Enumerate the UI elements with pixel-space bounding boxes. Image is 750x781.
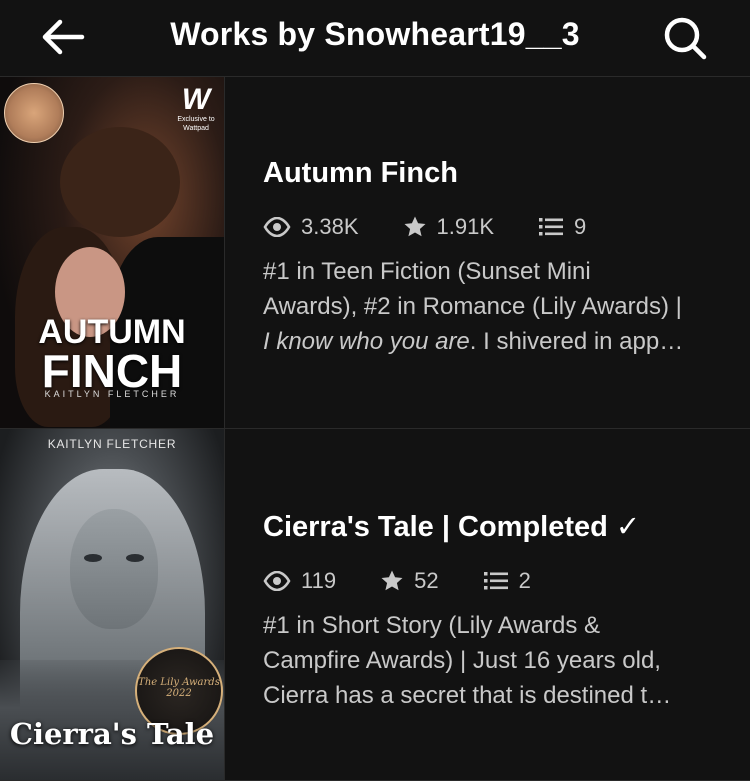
cover-art-figure	[70, 509, 158, 629]
page-title: Works by Snowheart19__3	[170, 16, 580, 52]
cover-art-figure	[126, 554, 144, 562]
votes-count: 1.91K	[436, 214, 495, 239]
book-cover-autumn-finch[interactable]: W Exclusive to Wattpad AUTUMN FINCH KAIT…	[0, 77, 225, 428]
work-row-autumn-finch[interactable]: W Exclusive to Wattpad AUTUMN FINCH KAIT…	[0, 77, 750, 429]
votes-stat: 1.91K	[403, 214, 495, 240]
cover-title: Cierra's Tale	[9, 717, 215, 751]
reads-count: 119	[301, 568, 337, 593]
cover-title: AUTUMN FINCH	[38, 313, 186, 397]
description-line: Cierra has a secret that is destined t…	[263, 682, 672, 709]
work-row-cierras-tale[interactable]: KAITLYN FLETCHER The Lily Awards 2022 Ci…	[0, 429, 750, 781]
work-title[interactable]: Autumn Finch	[263, 157, 750, 190]
star-icon	[404, 216, 425, 237]
work-description: #1 in Teen Fiction (Sunset Mini Awards),…	[263, 254, 718, 359]
work-description: #1 in Short Story (Lily Awards & Campfir…	[263, 608, 718, 713]
description-line: Awards), #2 in Romance (Lily Awards) |	[263, 293, 682, 320]
top-bar: Works by Snowheart19__3	[0, 0, 750, 77]
list-icon	[539, 218, 563, 236]
book-cover-cierras-tale[interactable]: KAITLYN FLETCHER The Lily Awards 2022 Ci…	[0, 429, 225, 780]
description-line: Campfire Awards) | Just 16 years old,	[263, 647, 661, 674]
work-title[interactable]: Cierra's Tale | Completed ✓	[263, 509, 750, 544]
votes-stat: 52	[380, 568, 439, 594]
award-badge-icon	[4, 83, 64, 143]
parts-stat: 2	[483, 568, 531, 594]
work-stats: 119 52 2	[263, 568, 750, 594]
work-stats: 3.38K 1.91K 9	[263, 214, 750, 240]
work-info: Cierra's Tale | Completed ✓ 119 52 2 #1 …	[225, 429, 750, 780]
work-info: Autumn Finch 3.38K 1.91K 9 #1 in Teen Fi…	[225, 77, 750, 428]
reads-stat: 119	[263, 568, 336, 594]
list-icon	[483, 572, 508, 590]
search-button[interactable]	[660, 14, 710, 62]
description-line: #1 in Teen Fiction (Sunset Mini	[263, 258, 591, 285]
cover-art-figure	[60, 127, 180, 237]
cover-author: KAITLYN FLETCHER	[47, 437, 177, 451]
eye-icon	[263, 571, 291, 591]
description-line: #1 in Short Story (Lily Awards &	[263, 612, 601, 639]
reads-stat: 3.38K	[263, 214, 359, 240]
eye-icon	[263, 217, 291, 237]
description-line: I know who you are. I shivered in app…	[263, 328, 684, 355]
votes-count: 52	[414, 568, 439, 593]
wattpad-logo: W Exclusive to Wattpad	[177, 83, 215, 133]
search-icon	[664, 17, 707, 60]
parts-stat: 9	[538, 214, 586, 240]
cover-author: KAITLYN FLETCHER	[44, 389, 180, 399]
cover-art-figure	[84, 554, 102, 562]
parts-count: 2	[518, 568, 531, 593]
reads-count: 3.38K	[301, 214, 359, 239]
star-icon	[381, 570, 403, 591]
parts-count: 9	[574, 214, 587, 239]
